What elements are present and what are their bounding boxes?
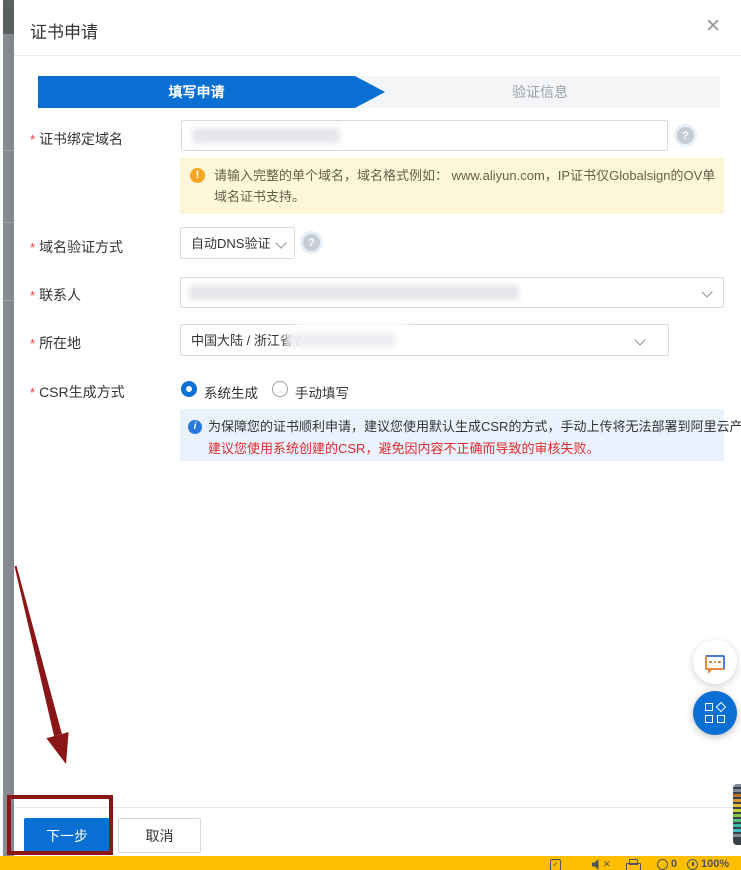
info-icon: i (188, 420, 202, 434)
dialog-title: 证书申请 (30, 18, 98, 43)
chevron-down-icon (275, 237, 286, 248)
counter-value: 0 (671, 858, 677, 870)
certificate-apply-dialog-page: 证书申请 ✕ 验证信息 填写申请 *证书绑定域名 ? ! 请输入完整的单个域名，… (0, 0, 741, 870)
background-page-strip-top (3, 0, 14, 34)
close-icon[interactable]: ✕ (705, 17, 721, 36)
domain-warning-text: 请输入完整的单个域名，域名格式例如： www.aliyun.com，IP证书仅G… (214, 168, 715, 204)
app-launcher-button[interactable] (693, 691, 737, 735)
zoom-level: 100% (701, 858, 729, 870)
header-divider (14, 55, 741, 56)
location-redacted-value (286, 333, 396, 347)
csr-manual-radio-label[interactable]: 手动填写 (295, 382, 349, 402)
csr-info-line2: 建议您使用系统创建的CSR，避免因内容不正确而导致的审核失败。 (208, 438, 716, 460)
location-select[interactable]: 中国大陆 / 浙江省 / (180, 324, 669, 356)
printer-icon[interactable] (626, 859, 639, 870)
step-fill-application-label: 填写申请 (169, 82, 225, 102)
footer-divider (14, 807, 741, 808)
counter-icon[interactable] (657, 859, 668, 870)
csr-info-line1: 为保障您的证书顺利申请，建议您使用默认生成CSR的方式，手动上传将无法部署到阿里… (208, 416, 716, 438)
dns-method-label: *域名验证方式 (30, 237, 123, 257)
contact-redacted-value (189, 285, 519, 300)
chat-bubble-icon (705, 655, 725, 670)
domain-help-icon[interactable]: ? (677, 127, 694, 144)
dns-method-value: 自动DNS验证 (191, 228, 270, 259)
domain-warning-box: ! 请输入完整的单个域名，域名格式例如： www.aliyun.com，IP证书… (180, 158, 724, 214)
speaker-mute-x-icon: ✕ (603, 859, 611, 870)
apps-grid-icon (705, 703, 726, 724)
location-value: 中国大陆 / 浙江省 / (191, 325, 300, 356)
csr-info-box: i 为保障您的证书顺利申请，建议您使用默认生成CSR的方式，手动上传将无法部署到… (180, 409, 724, 461)
csr-system-radio-label[interactable]: 系统生成 (204, 382, 258, 402)
contact-label: *联系人 (30, 285, 81, 305)
feedback-chat-button[interactable] (693, 640, 737, 684)
clock-icon[interactable] (687, 859, 698, 870)
step-verify-info-label: 验证信息 (512, 82, 568, 102)
chevron-down-icon (634, 334, 645, 345)
domain-redacted-value (192, 128, 340, 143)
warning-icon: ! (190, 168, 205, 183)
screenshot-tool-palette-strip[interactable] (733, 784, 741, 845)
step-verify-info: 验证信息 (360, 76, 720, 108)
domain-field-label: *证书绑定域名 (30, 129, 123, 149)
csr-system-radio[interactable] (181, 381, 197, 397)
next-step-button[interactable]: 下一步 (24, 818, 110, 853)
speaker-muted-icon[interactable] (592, 859, 601, 870)
step-fill-application: 填写申请 (38, 76, 385, 108)
contact-select[interactable] (180, 277, 724, 308)
background-page-strip (3, 0, 14, 856)
csr-manual-radio[interactable] (272, 381, 288, 397)
location-label: *所在地 (30, 333, 81, 353)
csr-method-label: *CSR生成方式 (30, 382, 125, 402)
location-blur-patch (296, 317, 408, 326)
dns-method-select[interactable]: 自动DNS验证 (180, 227, 295, 259)
dns-help-icon[interactable]: ? (303, 234, 320, 251)
note-icon[interactable]: ✓ (550, 859, 561, 870)
bottom-toolbar: ✓ ✕ 0 100% (0, 856, 741, 870)
chevron-down-icon (701, 286, 712, 297)
cancel-button[interactable]: 取消 (118, 818, 201, 853)
